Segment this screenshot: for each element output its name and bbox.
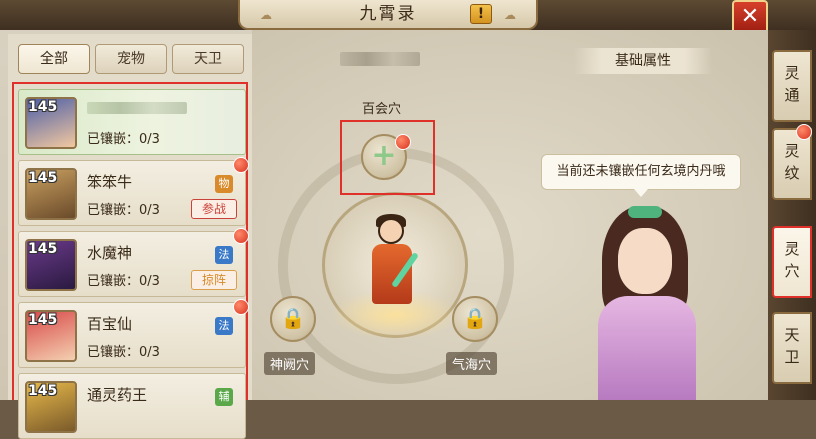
pet-level: 145 — [28, 99, 58, 115]
tab-lingwen[interactable]: 灵 纹 — [772, 124, 812, 200]
pet-card[interactable]: 145 通灵药王 辅 — [18, 373, 246, 439]
pet-avatar: 145 — [25, 239, 77, 291]
pet-title-redacted — [340, 52, 420, 66]
pet-level: 145 — [28, 241, 58, 257]
pet-role-tag: 物 — [215, 175, 233, 193]
pet-list-panel: 全部 宠物 天卫 145 已镶嵌：0/3 145 笨笨牛 已镶嵌：0/3 物 参… — [8, 34, 254, 439]
pet-inlay-count: 已镶嵌：0/3 — [87, 132, 160, 147]
attributes-header: 基础属性 — [574, 48, 712, 74]
notification-dot — [233, 299, 249, 315]
notification-dot — [233, 228, 249, 244]
pet-avatar: 145 — [25, 310, 77, 362]
pet-card[interactable]: 145 笨笨牛 已镶嵌：0/3 物 参战 — [18, 157, 249, 226]
pet-avatar: 145 — [25, 381, 77, 433]
pet-level: 145 — [28, 170, 58, 186]
pet-name: 水魔神 — [87, 244, 133, 262]
acupoint-right-label: 气海穴 — [446, 352, 498, 375]
pet-status-tag: 参战 — [191, 199, 237, 219]
pet-avatar: 145 — [25, 168, 77, 220]
pet-character — [362, 214, 422, 324]
cloud-ornament-icon: ☁ — [504, 8, 516, 22]
pet-status-tag: 掠阵 — [191, 270, 237, 290]
tab-lingxue[interactable]: 灵 穴 — [772, 226, 812, 298]
pet-avatar: 145 — [25, 97, 77, 149]
lock-icon: 🔒 — [462, 306, 488, 330]
pet-card[interactable]: 145 百宝仙 已镶嵌：0/3 法 — [18, 299, 249, 368]
pet-level: 145 — [28, 312, 58, 328]
tab-label: 灵 通 — [784, 64, 800, 104]
window-title: 九霄录 — [359, 4, 417, 24]
filter-pet-button[interactable]: 宠物 — [95, 44, 167, 74]
acupoint-right-slot[interactable]: 🔒 — [452, 296, 498, 342]
pet-name: 笨笨牛 — [87, 173, 133, 191]
game-screen: ☁ 九霄录 ! ☁ ✕ 全部 宠物 天卫 145 已镶嵌：0/3 145 笨笨牛… — [0, 0, 816, 439]
tab-lingtong[interactable]: 灵 通 — [772, 50, 812, 122]
cloud-ornament-icon: ☁ — [260, 8, 272, 22]
filter-all-button[interactable]: 全部 — [18, 44, 90, 74]
pet-inlay-count: 已镶嵌：0/3 — [87, 203, 160, 218]
pet-level: 145 — [28, 383, 58, 399]
tab-label: 天 卫 — [784, 326, 800, 366]
npc-speech-bubble: 当前还未镶嵌任何玄境内丹哦 — [541, 154, 741, 190]
pet-inlay-count: 已镶嵌：0/3 — [87, 345, 160, 360]
pet-role-tag: 法 — [215, 246, 233, 264]
title-plate: ☁ 九霄录 ! ☁ — [238, 0, 538, 30]
tab-tianwei[interactable]: 天 卫 — [772, 312, 812, 384]
filter-guard-button[interactable]: 天卫 — [172, 44, 244, 74]
help-button[interactable]: ! — [470, 4, 492, 24]
pet-name-redacted — [87, 102, 187, 114]
pet-card[interactable]: 145 已镶嵌：0/3 — [18, 89, 246, 155]
tab-label: 灵 穴 — [784, 240, 800, 280]
lock-icon: 🔒 — [280, 306, 306, 330]
pet-role-tag: 法 — [215, 317, 233, 335]
tab-label: 灵 纹 — [784, 142, 800, 182]
pet-role-tag: 辅 — [215, 388, 233, 406]
acupoint-left-slot[interactable]: 🔒 — [270, 296, 316, 342]
acupoint-top-label: 百会穴 — [362, 102, 402, 117]
pet-card[interactable]: 145 水魔神 已镶嵌：0/3 法 掠阵 — [18, 228, 249, 297]
pet-name: 百宝仙 — [87, 315, 133, 333]
notification-dot — [233, 157, 249, 173]
pet-name: 通灵药王 — [87, 386, 148, 404]
pet-inlay-count: 已镶嵌：0/3 — [87, 274, 160, 289]
npc-guide — [588, 200, 708, 400]
acupoint-highlight — [340, 120, 435, 195]
speech-bubble-tail — [634, 189, 648, 197]
notification-dot — [796, 124, 812, 140]
acupoint-left-label: 神阙穴 — [264, 352, 316, 375]
